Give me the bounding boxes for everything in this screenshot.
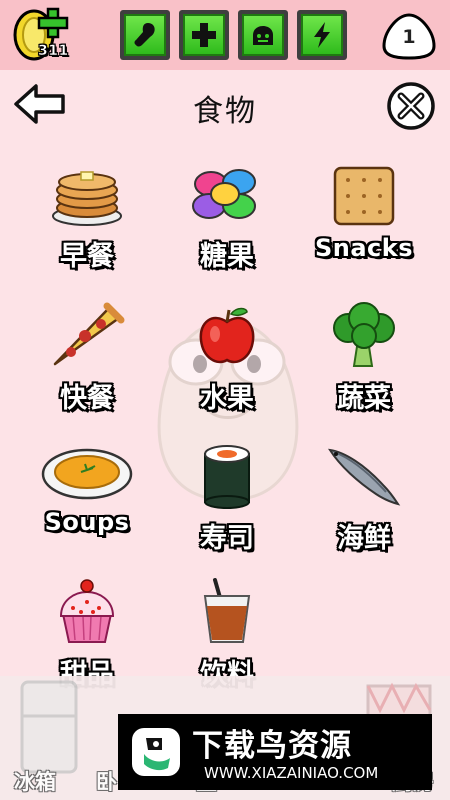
category-breakfast[interactable]: 早餐 bbox=[27, 164, 147, 294]
category-label: 早餐 bbox=[60, 241, 114, 272]
drink-icon bbox=[203, 578, 251, 643]
candy-icon bbox=[192, 169, 256, 219]
soup-icon bbox=[41, 448, 133, 500]
drumstick-icon bbox=[134, 23, 155, 47]
cracker-icon bbox=[333, 166, 395, 226]
room-fridge-label[interactable]: 冰箱 bbox=[14, 766, 56, 796]
watermark-logo-icon bbox=[132, 728, 180, 776]
fish-icon bbox=[328, 448, 401, 506]
lightning-icon bbox=[314, 22, 330, 48]
category-soups[interactable]: Soups bbox=[27, 442, 147, 572]
watermark-url: WWW.XIAZAINIAO.COM bbox=[204, 764, 379, 782]
category-label: 水果 bbox=[200, 383, 254, 414]
plus-icon bbox=[192, 23, 216, 47]
category-fastfood[interactable]: 快餐 bbox=[27, 302, 147, 432]
category-seafood[interactable]: 海鲜 bbox=[304, 442, 424, 572]
category-fruit[interactable]: 水果 bbox=[167, 302, 287, 432]
category-label: 快餐 bbox=[60, 383, 114, 414]
pizza-icon bbox=[53, 302, 125, 366]
broccoli-icon bbox=[333, 302, 395, 367]
category-label: Soups bbox=[44, 508, 130, 536]
category-snacks[interactable]: Snacks bbox=[304, 164, 424, 294]
coin-count: 311 bbox=[38, 43, 69, 60]
close-button[interactable] bbox=[385, 80, 437, 132]
apple-icon bbox=[199, 307, 255, 364]
category-label: 寿司 bbox=[200, 523, 254, 554]
category-label: 蔬菜 bbox=[337, 383, 391, 414]
category-sushi[interactable]: 寿司 bbox=[167, 442, 287, 572]
close-icon bbox=[387, 82, 435, 130]
sushi-icon bbox=[204, 445, 250, 509]
status-bar: 311 1 bbox=[0, 0, 450, 70]
health-stat[interactable] bbox=[179, 10, 229, 60]
hygiene-stat[interactable] bbox=[238, 10, 288, 60]
coin-counter[interactable]: 311 bbox=[12, 7, 76, 63]
cupcake-icon bbox=[59, 579, 115, 643]
level-badge[interactable]: 1 bbox=[381, 12, 437, 60]
watermark-name: 下载鸟资源 bbox=[192, 728, 352, 764]
energy-stat[interactable] bbox=[297, 10, 347, 60]
soap-icon bbox=[253, 26, 273, 45]
category-label: 糖果 bbox=[200, 241, 254, 272]
watermark-banner: 下载鸟资源 WWW.XIAZAINIAO.COM bbox=[118, 714, 432, 790]
category-vegetables[interactable]: 蔬菜 bbox=[304, 302, 424, 432]
category-label: 海鲜 bbox=[337, 523, 391, 554]
category-candy[interactable]: 糖果 bbox=[167, 164, 287, 294]
category-label: Snacks bbox=[314, 234, 414, 262]
page-title: 食物 bbox=[193, 94, 257, 129]
level-number: 1 bbox=[402, 26, 416, 48]
room-bedroom-label-a[interactable]: 卧 bbox=[96, 766, 117, 796]
pancake-icon bbox=[52, 171, 122, 226]
fridge-icon bbox=[20, 680, 78, 774]
food-stat[interactable] bbox=[120, 10, 170, 60]
